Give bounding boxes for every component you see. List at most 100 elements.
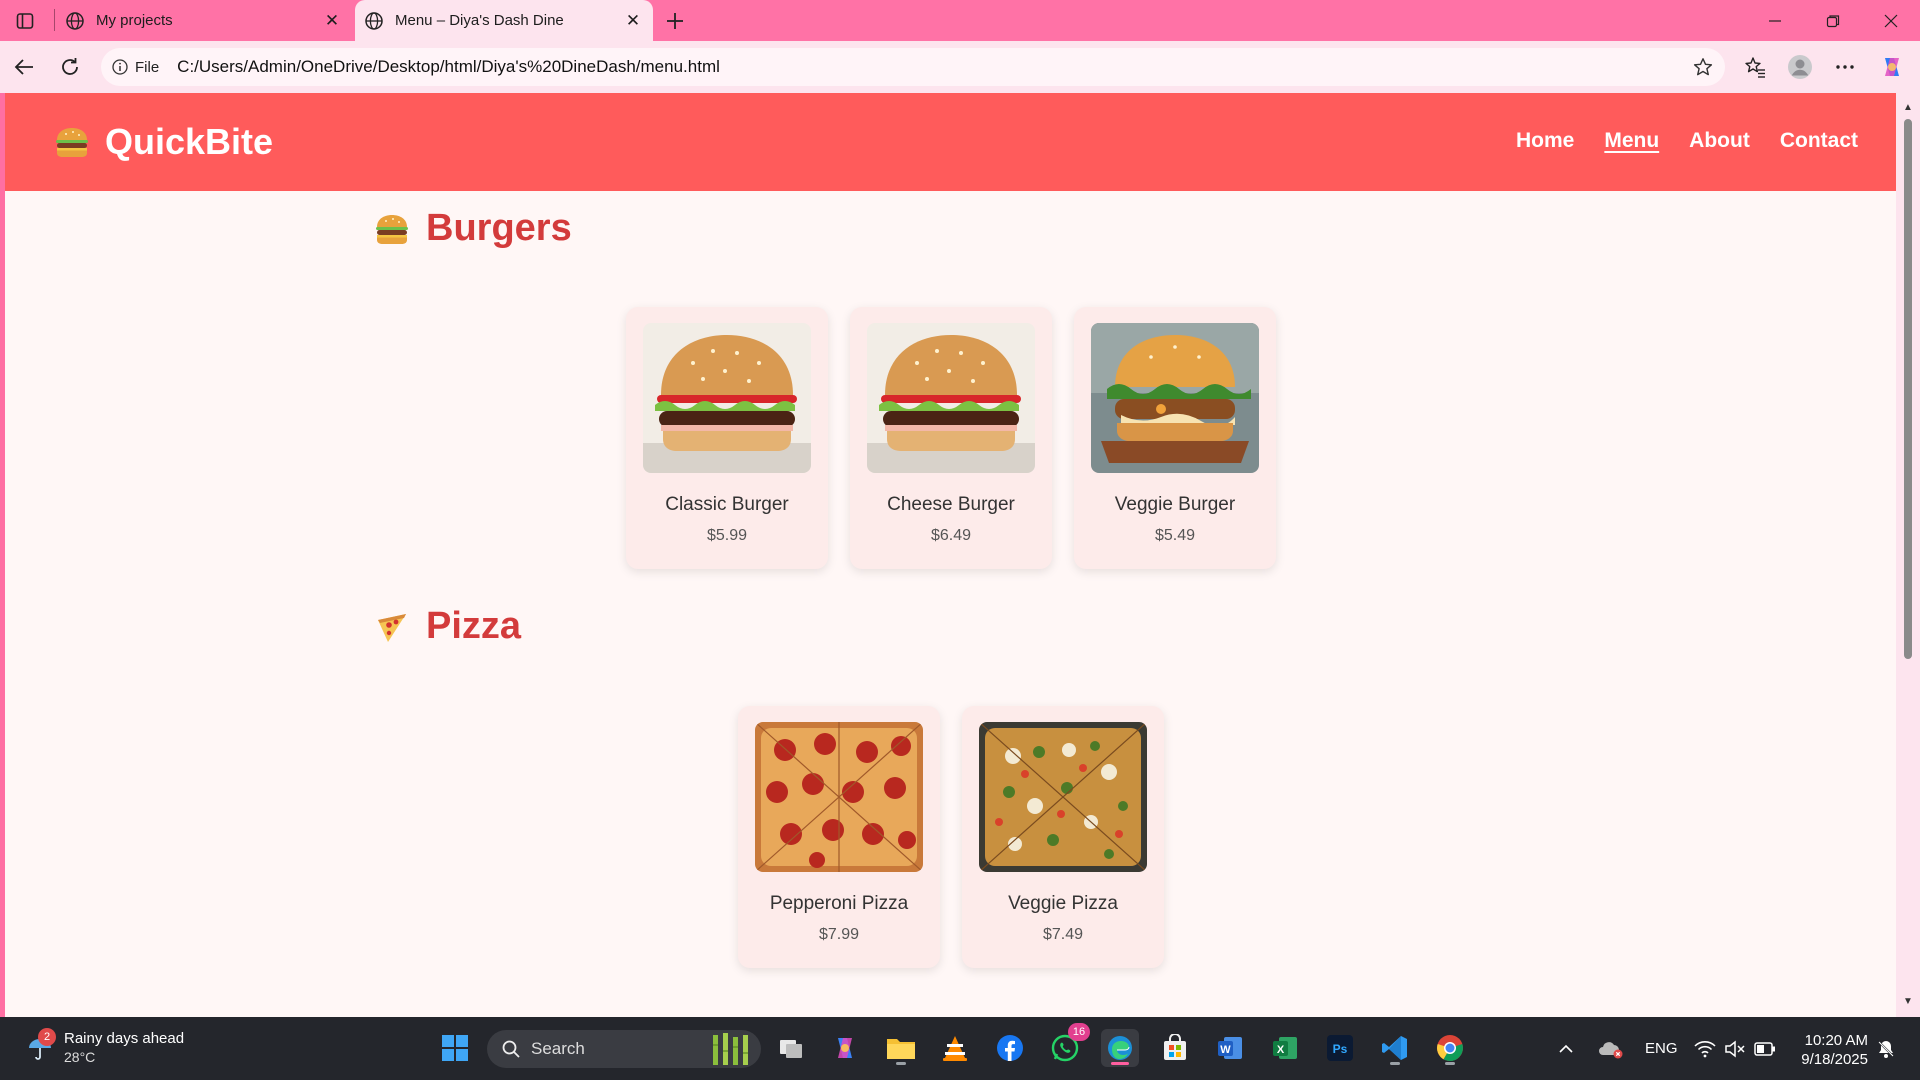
- tab-menu[interactable]: Menu – Diya's Dash Dine ✕: [355, 0, 653, 41]
- section-heading: Pizza: [426, 605, 522, 647]
- item-price: $5.49: [1154, 527, 1196, 544]
- minimize-icon[interactable]: [1760, 6, 1790, 36]
- weather-temp: 28°C: [64, 1049, 96, 1065]
- favorites-icon[interactable]: [1739, 51, 1771, 83]
- classic-burger-image: [643, 323, 811, 473]
- svg-text:W: W: [1220, 1044, 1231, 1056]
- wifi-icon[interactable]: [1694, 1017, 1716, 1080]
- nav-contact[interactable]: Contact: [1780, 129, 1858, 153]
- brand-name: QuickBite: [105, 121, 274, 162]
- item-price: $7.49: [1042, 926, 1084, 943]
- more-options-icon[interactable]: [1829, 51, 1861, 83]
- close-tab-icon[interactable]: ✕: [621, 9, 645, 33]
- svg-text:X: X: [1277, 1044, 1285, 1056]
- copilot-icon[interactable]: [1876, 51, 1908, 83]
- pepperoni-pizza-image: [755, 722, 923, 872]
- pizza-icon: [372, 607, 412, 647]
- whatsapp-badge: 16: [1068, 1023, 1090, 1041]
- volume-muted-icon[interactable]: [1724, 1017, 1746, 1080]
- item-name: Classic Burger: [665, 494, 789, 515]
- language-indicator[interactable]: ENG: [1645, 1017, 1678, 1080]
- edge-icon[interactable]: [1101, 1029, 1139, 1067]
- section-title-burgers: Burgers: [372, 207, 572, 250]
- bamboo-search-highlight-icon: [705, 1033, 753, 1065]
- notifications-bell-icon[interactable]: [1876, 1017, 1896, 1080]
- tab-separator: [54, 9, 55, 31]
- tab-my-projects[interactable]: My projects ✕: [60, 0, 352, 41]
- item-name: Cheese Burger: [887, 494, 1015, 515]
- weather-title: Rainy days ahead: [64, 1030, 185, 1047]
- menu-card-veggie-pizza[interactable]: Veggie Pizza $7.49: [962, 706, 1164, 968]
- veggie-pizza-image: [979, 722, 1147, 872]
- search-label: Search: [531, 1039, 585, 1058]
- vlc-icon[interactable]: [936, 1029, 974, 1067]
- item-name: Veggie Burger: [1114, 494, 1236, 515]
- menu-card-classic-burger[interactable]: Classic Burger $5.99: [626, 307, 828, 569]
- close-window-icon[interactable]: [1876, 6, 1906, 36]
- svg-text:Ps: Ps: [1333, 1042, 1348, 1056]
- word-icon[interactable]: W: [1211, 1029, 1249, 1067]
- brand-logo[interactable]: QuickBite: [51, 121, 273, 163]
- taskbar-search[interactable]: Search: [487, 1030, 761, 1068]
- menu-card-veggie-burger[interactable]: Veggie Burger $5.49: [1074, 307, 1276, 569]
- chrome-icon[interactable]: [1431, 1029, 1469, 1067]
- facebook-icon[interactable]: [991, 1029, 1029, 1067]
- tab-actions-icon[interactable]: [12, 9, 38, 33]
- scroll-down-icon[interactable]: ▼: [1902, 995, 1914, 1007]
- menu-card-pepperoni-pizza[interactable]: Pepperoni Pizza $7.99: [738, 706, 940, 968]
- new-tab-button[interactable]: [662, 8, 688, 34]
- weather-text: Rainy days ahead 28°C: [64, 1029, 184, 1067]
- address-bar[interactable]: File C:/Users/Admin/OneDrive/Desktop/htm…: [101, 48, 1725, 86]
- start-windows-icon[interactable]: [436, 1029, 474, 1067]
- burger-icon: [372, 209, 412, 249]
- page-scrollbar[interactable]: ▲ ▼: [1896, 93, 1920, 1017]
- tab-title: Menu – Diya's Dash Dine: [395, 12, 564, 29]
- microsoft-store-icon[interactable]: [1156, 1029, 1194, 1067]
- restore-icon[interactable]: [1818, 6, 1848, 36]
- system-clock[interactable]: 10:20 AM 9/18/2025: [1801, 1031, 1868, 1069]
- item-price: $7.99: [818, 926, 860, 943]
- running-indicator: [1390, 1062, 1400, 1065]
- section-heading: Burgers: [426, 207, 572, 249]
- info-icon[interactable]: [111, 58, 129, 76]
- menu-card-cheese-burger[interactable]: Cheese Burger $6.49: [850, 307, 1052, 569]
- item-price: $6.49: [930, 527, 972, 544]
- scroll-up-icon[interactable]: ▲: [1902, 101, 1914, 113]
- excel-icon[interactable]: X: [1266, 1029, 1304, 1067]
- onedrive-error-icon[interactable]: [1598, 1017, 1624, 1080]
- browser-toolbar: File C:/Users/Admin/OneDrive/Desktop/htm…: [0, 41, 1920, 93]
- burger-icon: [51, 121, 93, 163]
- windows-taskbar: 2 Rainy days ahead 28°C Search 16 W X Ps…: [0, 1017, 1920, 1080]
- globe-icon: [64, 10, 86, 32]
- search-icon: [499, 1037, 523, 1061]
- weather-badge: 2: [38, 1028, 56, 1046]
- battery-icon[interactable]: [1754, 1017, 1776, 1080]
- section-title-pizza: Pizza: [372, 605, 521, 648]
- cheese-burger-image: [867, 323, 1035, 473]
- weather-widget[interactable]: 2 Rainy days ahead 28°C: [24, 1028, 184, 1067]
- main-nav: Home Menu About Contact: [1516, 129, 1858, 153]
- close-tab-icon[interactable]: ✕: [320, 9, 344, 33]
- reload-icon[interactable]: [54, 51, 86, 83]
- show-hidden-icons-chevron-icon[interactable]: [1558, 1017, 1574, 1080]
- back-icon[interactable]: [8, 51, 40, 83]
- veggie-burger-image: [1091, 323, 1259, 473]
- running-indicator: [1111, 1062, 1129, 1065]
- scheme-label: File: [135, 58, 160, 76]
- photoshop-icon[interactable]: Ps: [1321, 1029, 1359, 1067]
- favorite-star-icon[interactable]: [1691, 55, 1715, 79]
- clock-date: 9/18/2025: [1801, 1051, 1868, 1068]
- tab-title: My projects: [96, 12, 173, 29]
- task-view-icon[interactable]: [772, 1029, 810, 1067]
- vscode-icon[interactable]: [1376, 1029, 1414, 1067]
- whatsapp-icon[interactable]: 16: [1046, 1023, 1090, 1067]
- scroll-thumb[interactable]: [1904, 119, 1912, 659]
- url-text[interactable]: C:/Users/Admin/OneDrive/Desktop/html/Diy…: [177, 57, 720, 77]
- clock-time: 10:20 AM: [1804, 1032, 1868, 1049]
- nav-home[interactable]: Home: [1516, 129, 1574, 153]
- profile-avatar-icon[interactable]: [1784, 51, 1816, 83]
- nav-about[interactable]: About: [1689, 129, 1750, 153]
- copilot-taskbar-icon[interactable]: [826, 1029, 864, 1067]
- file-explorer-icon[interactable]: [882, 1029, 920, 1067]
- nav-menu[interactable]: Menu: [1604, 129, 1659, 153]
